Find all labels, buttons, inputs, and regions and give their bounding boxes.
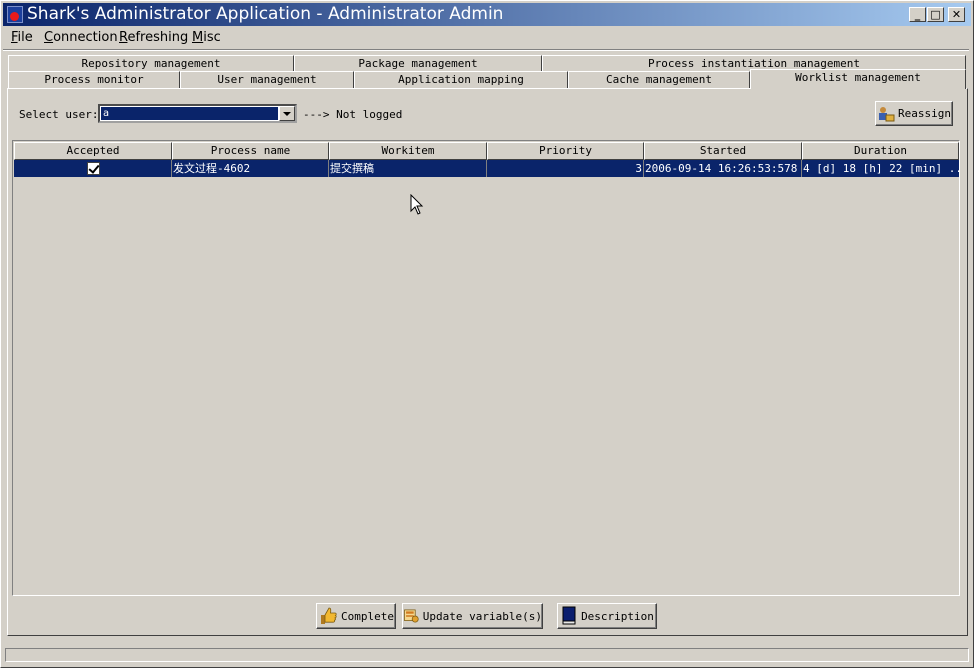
tab-package-management[interactable]: Package management [294, 55, 542, 72]
description-book-icon [562, 606, 576, 625]
tab-repository-management[interactable]: Repository management [8, 55, 294, 72]
accepted-checkbox[interactable] [87, 162, 100, 175]
complete-label: Complete [341, 609, 394, 623]
maximize-icon: □ [930, 8, 941, 21]
select-user-label: Select user: [19, 108, 99, 121]
column-header-started[interactable]: Started [644, 142, 802, 160]
tab-application-mapping[interactable]: Application mapping [354, 71, 568, 88]
cell-workitem[interactable]: 提交撰稿 [329, 160, 487, 177]
app-icon[interactable] [7, 6, 23, 23]
window-title: Shark's Administrator Application - Admi… [27, 4, 504, 24]
chevron-down-icon[interactable] [279, 106, 295, 121]
cell-priority[interactable]: 3 [487, 160, 644, 177]
description-button[interactable]: Description [557, 603, 657, 629]
column-header-duration[interactable]: Duration [802, 142, 959, 160]
description-label: Description [581, 609, 654, 623]
update-variables-icon [404, 609, 419, 623]
complete-button[interactable]: Complete [316, 603, 396, 629]
maximize-button[interactable]: □ [927, 7, 944, 22]
column-header-priority[interactable]: Priority [487, 142, 644, 160]
update-variables-label: Update variable(s) [422, 609, 542, 623]
complete-thumbs-up-icon [321, 607, 337, 624]
menu-refreshing[interactable]: Refreshing [119, 30, 188, 45]
tab-worklist-management[interactable]: Worklist management [750, 69, 966, 89]
minimize-button[interactable]: _ [909, 7, 926, 22]
menu-bar: File Connection Refreshing Misc [3, 28, 971, 49]
column-header-workitem[interactable]: Workitem [329, 142, 487, 160]
tab-process-monitor[interactable]: Process monitor [8, 71, 180, 88]
worklist-table[interactable]: Accepted Process name Workitem Priority … [12, 140, 960, 596]
login-status-text: ---> Not logged [303, 108, 403, 121]
close-button[interactable]: ✕ [948, 7, 965, 22]
update-variables-button[interactable]: Update variable(s) [402, 603, 543, 629]
select-user-combo[interactable]: a [98, 104, 297, 123]
title-bar[interactable]: Shark's Administrator Application - Admi… [3, 3, 971, 26]
reassign-label: Reassign [898, 107, 951, 120]
cell-process-name[interactable]: 发文过程-4602 [172, 160, 329, 177]
column-header-accepted[interactable]: Accepted [14, 142, 172, 160]
reassign-icon [879, 106, 895, 121]
cell-duration[interactable]: 4 [d] 18 [h] 22 [min] ... [802, 160, 959, 177]
column-header-process-name[interactable]: Process name [172, 142, 329, 160]
close-icon: ✕ [951, 8, 962, 21]
tab-cache-management[interactable]: Cache management [568, 71, 750, 88]
table-row[interactable]: 发文过程-4602 提交撰稿 3 2006-09-14 16:26:53:578… [14, 160, 959, 177]
tab-user-management[interactable]: User management [180, 71, 354, 88]
selected-user-value: a [101, 107, 278, 120]
status-bar [5, 648, 969, 662]
minimize-icon: _ [914, 8, 921, 21]
mouse-cursor-icon [410, 194, 424, 215]
menu-file[interactable]: File [11, 30, 33, 45]
menu-misc[interactable]: Misc [192, 30, 221, 45]
cell-accepted[interactable] [14, 160, 172, 177]
menu-separator [3, 49, 969, 51]
menu-connection[interactable]: Connection [44, 30, 118, 45]
cell-started[interactable]: 2006-09-14 16:26:53:578 [644, 160, 802, 177]
reassign-button[interactable]: Reassign [875, 101, 953, 126]
